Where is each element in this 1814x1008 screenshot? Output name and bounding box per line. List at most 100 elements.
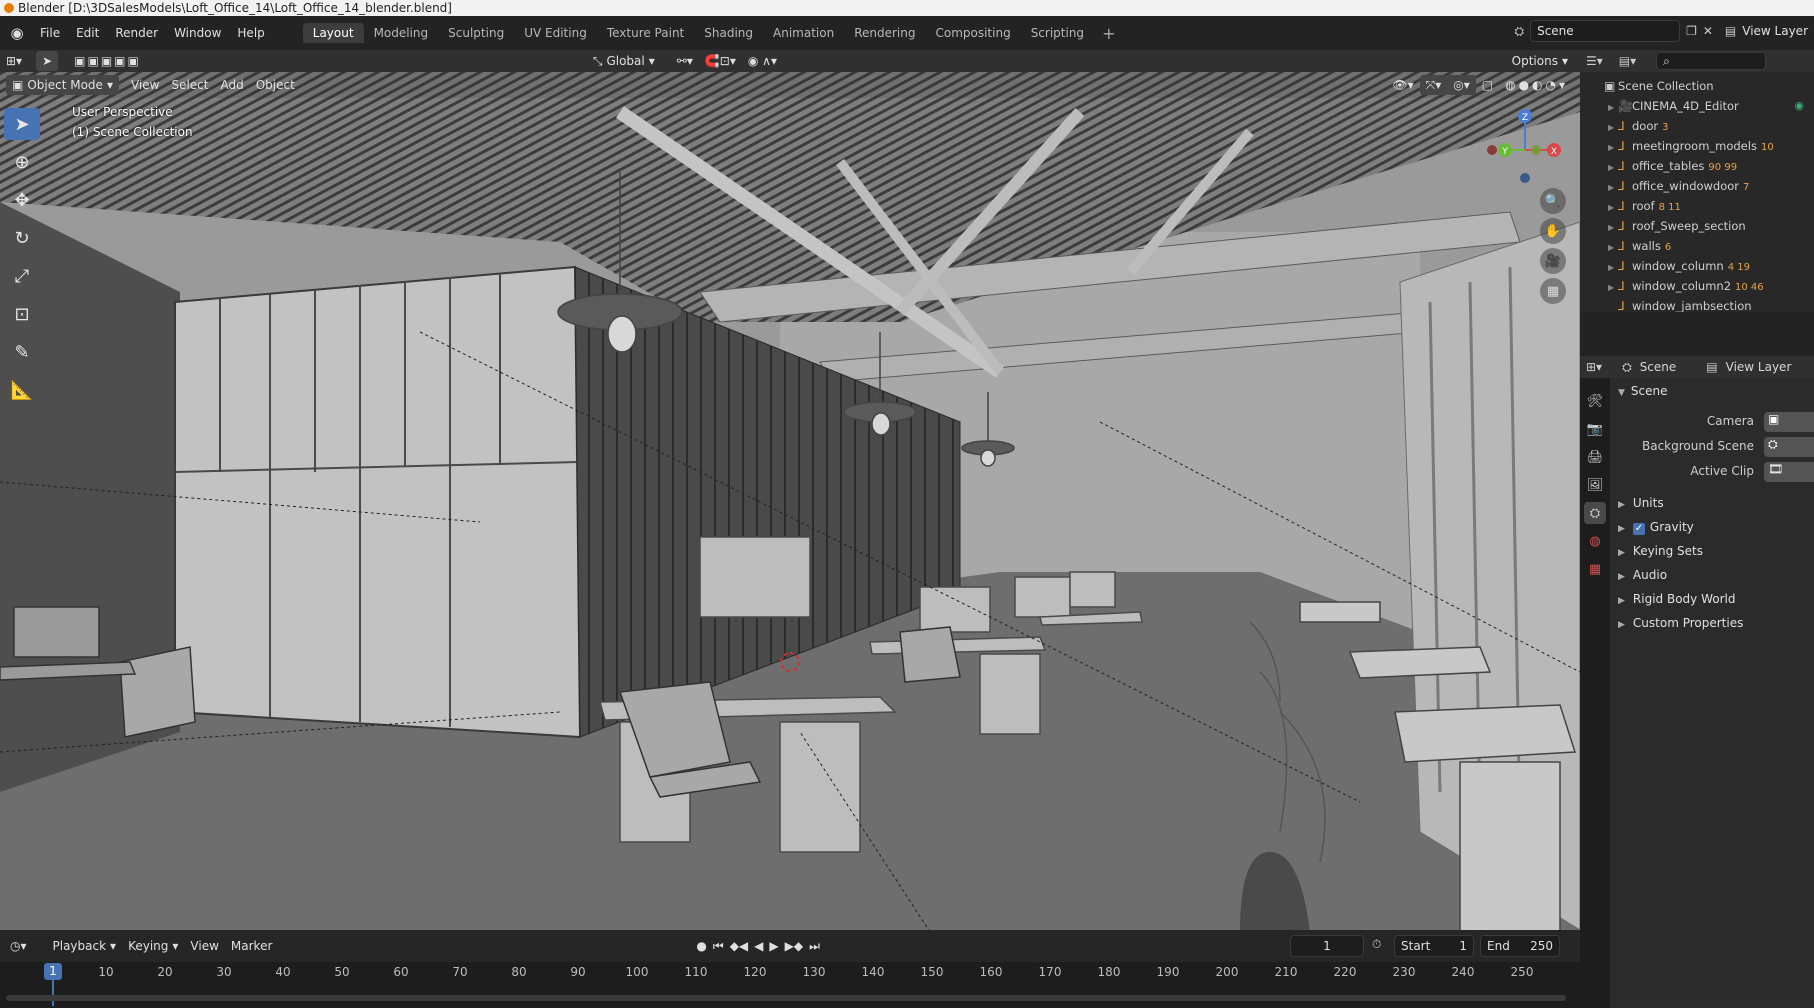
outliner-item[interactable]: ▶ 🎥CINEMA_4D_Editor ◉ — [1608, 96, 1808, 116]
menu-view[interactable]: View — [125, 75, 165, 95]
outliner-item[interactable]: ▶ ⅃ window_column 4 19 — [1608, 256, 1808, 276]
move-icon[interactable]: ✥ — [4, 184, 40, 216]
start-frame-field[interactable]: Start 1 — [1394, 935, 1474, 957]
outliner-item[interactable]: ▶ ⅃ meetingroom_models 10 — [1608, 136, 1808, 156]
jump-end-icon[interactable]: ⏭ — [809, 936, 820, 956]
navigation-gizmo[interactable]: Z X Y — [1480, 100, 1570, 200]
jump-start-icon[interactable]: ⏮ — [713, 936, 724, 956]
menu-select[interactable]: Select — [165, 75, 214, 95]
camera-field[interactable]: ▣ — [1764, 412, 1814, 432]
keying-menu[interactable]: Keying ▾ — [122, 936, 184, 956]
pivot-icon[interactable]: ⚯▾ — [671, 51, 699, 71]
current-frame-field[interactable]: 1 — [1290, 935, 1364, 957]
tab-animation[interactable]: Animation — [763, 23, 844, 43]
pan-hand-icon[interactable]: ✋ — [1540, 218, 1566, 244]
outliner-item[interactable]: ▶ ⅃ roof 8 11 — [1608, 196, 1808, 216]
rotate-icon[interactable]: ↻ — [4, 222, 40, 254]
menu-edit[interactable]: Edit — [68, 26, 107, 40]
timeline-view-menu[interactable]: View — [184, 936, 224, 956]
view-layer-field[interactable]: View Layer — [1742, 24, 1814, 38]
playback-menu[interactable]: Playback ▾ — [47, 936, 123, 956]
scene-tab-icon[interactable]: ⛭ — [1584, 502, 1606, 524]
transform-orientation-dropdown[interactable]: ⤡ Global ▾ — [587, 51, 661, 71]
outliner-search-input[interactable]: ⌕ — [1656, 52, 1767, 70]
ortho-grid-icon[interactable]: ▦ — [1540, 278, 1566, 304]
expand-arrow-icon[interactable]: ▶ — [1608, 238, 1618, 258]
expand-arrow-icon[interactable]: ▶ — [1608, 198, 1618, 218]
output-tab-icon[interactable]: 🖨 — [1584, 446, 1606, 468]
properties-view-layer-label[interactable]: View Layer — [1726, 360, 1792, 374]
snap-icon[interactable]: 🧲⊡▾ — [699, 51, 742, 71]
audio-panel[interactable]: ▶ Audio — [1618, 568, 1667, 582]
next-keyframe-icon[interactable]: ▶◆ — [785, 936, 803, 956]
select-box-icon[interactable]: ➤ — [4, 108, 40, 140]
texture-tab-icon[interactable]: ▦ — [1584, 558, 1606, 580]
menu-file[interactable]: File — [32, 26, 68, 40]
expand-arrow-icon[interactable]: ▶ — [1608, 138, 1618, 158]
select-tool-icon[interactable]: ➤ — [36, 51, 59, 71]
options-dropdown[interactable]: Options ▾ — [1506, 51, 1574, 71]
transform-icon[interactable]: ⊡ — [4, 298, 40, 330]
expand-arrow-icon[interactable]: ▶ — [1608, 118, 1618, 138]
properties-editor-icon[interactable]: ⊞▾ — [1586, 360, 1602, 374]
view-layer-tab-icon[interactable]: 🖼 — [1584, 474, 1606, 496]
timeline-scrollbar[interactable] — [6, 995, 1566, 1001]
visibility-icon[interactable]: 👁▾ — [1386, 75, 1419, 95]
3d-viewport[interactable]: ▣ Object Mode ▾ View Select Add Object 👁▾… — [0, 72, 1580, 930]
proportional-edit-icon[interactable]: ◉ ∧▾ — [742, 51, 783, 71]
end-frame-field[interactable]: End 250 — [1480, 935, 1560, 957]
xray-toggle-icon[interactable]: ▢ — [1476, 75, 1499, 95]
annotate-icon[interactable]: ✎ — [4, 336, 40, 368]
world-tab-icon[interactable]: ◍ — [1584, 530, 1606, 552]
play-icon[interactable]: ▶ — [769, 936, 778, 956]
menu-object[interactable]: Object — [250, 75, 301, 95]
custom-properties-panel[interactable]: ▶ Custom Properties — [1618, 616, 1743, 630]
gravity-panel[interactable]: ▶ ✓ Gravity — [1618, 520, 1694, 535]
tab-layout[interactable]: Layout — [302, 23, 364, 43]
expand-arrow-icon[interactable]: ▶ — [1608, 98, 1618, 118]
render-tab-icon[interactable]: 📷 — [1584, 418, 1606, 440]
tab-sculpting[interactable]: Sculpting — [438, 23, 514, 43]
expand-arrow-icon[interactable]: ▶ — [1608, 278, 1618, 298]
object-mode-dropdown[interactable]: ▣ Object Mode ▾ — [6, 75, 119, 95]
expand-arrow-icon[interactable]: ▶ — [1608, 158, 1618, 178]
outliner-item[interactable]: ▶ ⅃ door 3 — [1608, 116, 1808, 136]
blender-menu-icon[interactable]: ◉ — [6, 22, 28, 44]
tab-scripting[interactable]: Scripting — [1021, 23, 1094, 43]
keying-sets-panel[interactable]: ▶ Keying Sets — [1618, 544, 1703, 558]
outliner-editor-icon[interactable]: ☰▾ — [1586, 54, 1603, 68]
menu-add[interactable]: Add — [214, 75, 249, 95]
tab-rendering[interactable]: Rendering — [844, 23, 925, 43]
overlay-toggle-icon[interactable]: ◎▾ — [1447, 75, 1476, 95]
display-mode-icon[interactable]: ▤▾ — [1619, 54, 1636, 68]
gizmo-toggle-icon[interactable]: ⤧▾ — [1419, 75, 1448, 95]
outliner-item[interactable]: ▶ ⅃ walls 6 — [1608, 236, 1808, 256]
prev-keyframe-icon[interactable]: ◆◀ — [730, 936, 748, 956]
marker-menu[interactable]: Marker — [225, 936, 278, 956]
menu-window[interactable]: Window — [166, 26, 229, 40]
active-clip-field[interactable]: 🎞 — [1764, 462, 1814, 482]
outliner-root[interactable]: ▣ Scene Collection — [1604, 76, 1714, 96]
scale-icon[interactable]: ⤢ — [4, 260, 40, 292]
tab-texture-paint[interactable]: Texture Paint — [597, 23, 694, 43]
rigid-body-world-panel[interactable]: ▶ Rigid Body World — [1618, 592, 1735, 606]
outliner-item[interactable]: ▶ ⅃ office_windowdoor 7 — [1608, 176, 1808, 196]
menu-render[interactable]: Render — [107, 26, 166, 40]
playhead[interactable]: 1 — [44, 963, 62, 980]
scene-section-header[interactable]: ▼ Scene — [1618, 384, 1668, 398]
editor-type-icon[interactable]: ⊞▾ — [0, 51, 28, 71]
expand-arrow-icon[interactable]: ▶ — [1608, 178, 1618, 198]
expand-arrow-icon[interactable]: ▶ — [1608, 218, 1618, 238]
cursor-icon[interactable]: ⊕ — [4, 146, 40, 178]
record-icon[interactable]: ● — [696, 936, 706, 956]
add-workspace-icon[interactable]: + — [1094, 24, 1123, 43]
menu-help[interactable]: Help — [229, 26, 272, 40]
stopwatch-icon[interactable]: ⏱ — [1372, 937, 1381, 952]
play-reverse-icon[interactable]: ◀ — [754, 936, 763, 956]
tool-tab-icon[interactable]: 🛠 — [1584, 390, 1606, 412]
shading-modes-icon[interactable]: ◍●◐◔▾ — [1499, 75, 1574, 95]
properties-scene-label[interactable]: Scene — [1640, 360, 1677, 374]
remove-scene-icon[interactable]: ✕ — [1703, 24, 1713, 38]
measure-icon[interactable]: 📐 — [4, 374, 40, 406]
outliner-item[interactable]: ▶ ⅃ window_column2 10 46 — [1608, 276, 1808, 296]
